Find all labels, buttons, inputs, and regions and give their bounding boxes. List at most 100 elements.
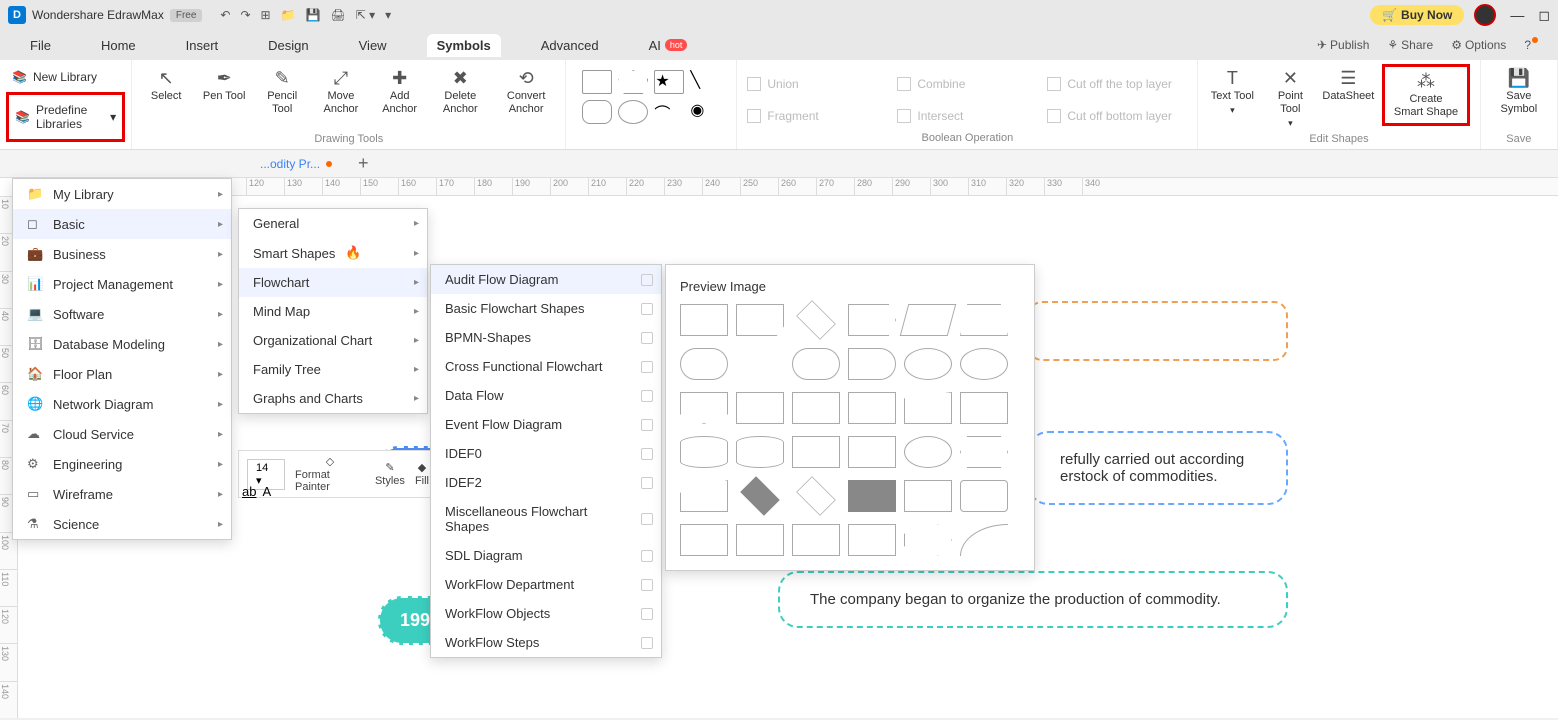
- preview-shape[interactable]: [680, 304, 728, 336]
- preview-shape[interactable]: [848, 480, 896, 512]
- preview-shape[interactable]: [904, 436, 952, 468]
- tab-design[interactable]: Design: [258, 34, 318, 57]
- flowchart-submenu-item[interactable]: IDEF0: [431, 439, 661, 468]
- text-box-green[interactable]: The company began to organize the produc…: [778, 571, 1288, 628]
- shape-roundrect-icon[interactable]: [582, 100, 612, 124]
- preview-shape[interactable]: [680, 480, 728, 512]
- preview-shape[interactable]: [736, 436, 784, 468]
- flowchart-submenu-item[interactable]: Audit Flow Diagram: [431, 265, 661, 294]
- flowchart-submenu-item[interactable]: WorkFlow Steps: [431, 628, 661, 657]
- new-icon[interactable]: ⊞: [261, 8, 271, 22]
- checkbox[interactable]: [641, 274, 653, 286]
- combine-button[interactable]: Combine: [897, 70, 1037, 98]
- open-icon[interactable]: 📁: [281, 8, 296, 22]
- checkbox[interactable]: [641, 579, 653, 591]
- flowchart-submenu-item[interactable]: IDEF2: [431, 468, 661, 497]
- select-tool[interactable]: ↖Select: [142, 64, 190, 103]
- tab-ai[interactable]: AIhot: [639, 34, 698, 57]
- create-smart-shape-button[interactable]: ⁂Create Smart Shape: [1382, 64, 1469, 126]
- minimize-icon[interactable]: —: [1510, 7, 1524, 24]
- preview-shape[interactable]: [960, 348, 1008, 380]
- preview-shape[interactable]: [904, 348, 952, 380]
- convert-anchor-tool[interactable]: ⟲Convert Anchor: [497, 64, 555, 116]
- flowchart-submenu-item[interactable]: WorkFlow Department: [431, 570, 661, 599]
- tab-advanced[interactable]: Advanced: [531, 34, 609, 57]
- shape-pentagon-icon[interactable]: [618, 70, 648, 94]
- flowchart-submenu-item[interactable]: WorkFlow Objects: [431, 599, 661, 628]
- buy-now-button[interactable]: 🛒 Buy Now: [1370, 5, 1464, 25]
- checkbox[interactable]: [641, 448, 653, 460]
- flowchart-submenu-item[interactable]: Miscellaneous Flowchart Shapes: [431, 497, 661, 541]
- checkbox[interactable]: [641, 477, 653, 489]
- datasheet-button[interactable]: ☰DataSheet: [1324, 64, 1372, 103]
- preview-shape[interactable]: [904, 480, 952, 512]
- basic-submenu-item[interactable]: Flowchart▸: [239, 268, 427, 297]
- tab-view[interactable]: View: [349, 34, 397, 57]
- move-anchor-tool[interactable]: ⤢Move Anchor: [316, 64, 365, 116]
- more-icon[interactable]: ▾: [385, 8, 391, 22]
- preview-shape[interactable]: [740, 476, 780, 516]
- save-icon[interactable]: 💾: [306, 8, 321, 22]
- checkbox[interactable]: [641, 419, 653, 431]
- library-category-item[interactable]: ⚙Engineering▸: [13, 449, 231, 479]
- flowchart-submenu-item[interactable]: Basic Flowchart Shapes: [431, 294, 661, 323]
- cut-bottom-button[interactable]: Cut off bottom layer: [1047, 102, 1187, 130]
- shape-spiral-icon[interactable]: ◉: [690, 100, 720, 124]
- checkbox[interactable]: [641, 332, 653, 344]
- basic-submenu-item[interactable]: Organizational Chart▸: [239, 326, 427, 355]
- shape-arc-icon[interactable]: ⌒: [654, 100, 684, 124]
- maximize-icon[interactable]: ◻: [1538, 7, 1550, 24]
- preview-shape[interactable]: [960, 304, 1008, 336]
- shape-rect-icon[interactable]: [582, 70, 612, 94]
- tab-symbols[interactable]: Symbols: [427, 34, 501, 57]
- preview-shape[interactable]: [848, 392, 896, 424]
- new-library-button[interactable]: 📚New Library: [6, 66, 125, 88]
- preview-shape[interactable]: [900, 304, 957, 336]
- save-symbol-button[interactable]: 💾Save Symbol: [1491, 64, 1547, 116]
- preview-shape[interactable]: [848, 348, 896, 380]
- flowchart-submenu-item[interactable]: Cross Functional Flowchart: [431, 352, 661, 381]
- library-category-item[interactable]: 💼Business▸: [13, 239, 231, 269]
- tab-file[interactable]: File: [20, 34, 61, 57]
- flowchart-submenu-item[interactable]: SDL Diagram: [431, 541, 661, 570]
- fill-button[interactable]: ◆Fill: [415, 461, 429, 487]
- preview-shape[interactable]: [960, 436, 1008, 468]
- cut-top-button[interactable]: Cut off the top layer: [1047, 70, 1187, 98]
- styles-button[interactable]: ✎Styles: [375, 461, 405, 487]
- checkbox[interactable]: [641, 550, 653, 562]
- preview-shape[interactable]: [736, 392, 784, 424]
- help-icon[interactable]: ?: [1524, 38, 1538, 52]
- preview-shape[interactable]: [796, 300, 836, 340]
- preview-shape[interactable]: [680, 524, 728, 556]
- preview-shape[interactable]: [848, 304, 896, 336]
- print-icon[interactable]: 🖨: [331, 8, 346, 22]
- flowchart-submenu-item[interactable]: Event Flow Diagram: [431, 410, 661, 439]
- options-button[interactable]: ⚙ Options: [1451, 38, 1506, 52]
- preview-shape[interactable]: [960, 524, 1008, 556]
- add-anchor-tool[interactable]: ✚Add Anchor: [376, 64, 424, 116]
- export-icon[interactable]: ⇱ ▾: [356, 8, 375, 22]
- library-category-item[interactable]: 📁My Library▸: [13, 179, 231, 209]
- text-ab-button[interactable]: ab: [242, 484, 256, 499]
- tab-insert[interactable]: Insert: [176, 34, 229, 57]
- flowchart-submenu-item[interactable]: BPMN-Shapes: [431, 323, 661, 352]
- shape-line-icon[interactable]: ╲: [690, 70, 720, 94]
- preview-shape[interactable]: [792, 524, 840, 556]
- checkbox[interactable]: [641, 608, 653, 620]
- preview-shape[interactable]: [960, 392, 1008, 424]
- basic-submenu-item[interactable]: General▸: [239, 209, 427, 238]
- basic-submenu-item[interactable]: Smart Shapes 🔥▸: [239, 238, 427, 268]
- basic-submenu-item[interactable]: Graphs and Charts▸: [239, 384, 427, 413]
- checkbox[interactable]: [641, 637, 653, 649]
- fragment-button[interactable]: Fragment: [747, 102, 887, 130]
- library-category-item[interactable]: ▭Wireframe▸: [13, 479, 231, 509]
- user-avatar[interactable]: [1474, 4, 1496, 26]
- library-category-item[interactable]: 🌐Network Diagram▸: [13, 389, 231, 419]
- preview-shape[interactable]: [960, 480, 1008, 512]
- preview-shape[interactable]: [680, 392, 728, 424]
- preview-shape[interactable]: [792, 436, 840, 468]
- publish-button[interactable]: ✈ Publish: [1317, 38, 1369, 52]
- preview-shape[interactable]: [904, 392, 952, 424]
- undo-icon[interactable]: ↶: [220, 8, 230, 22]
- document-tab[interactable]: ...odity Pr...: [250, 153, 342, 175]
